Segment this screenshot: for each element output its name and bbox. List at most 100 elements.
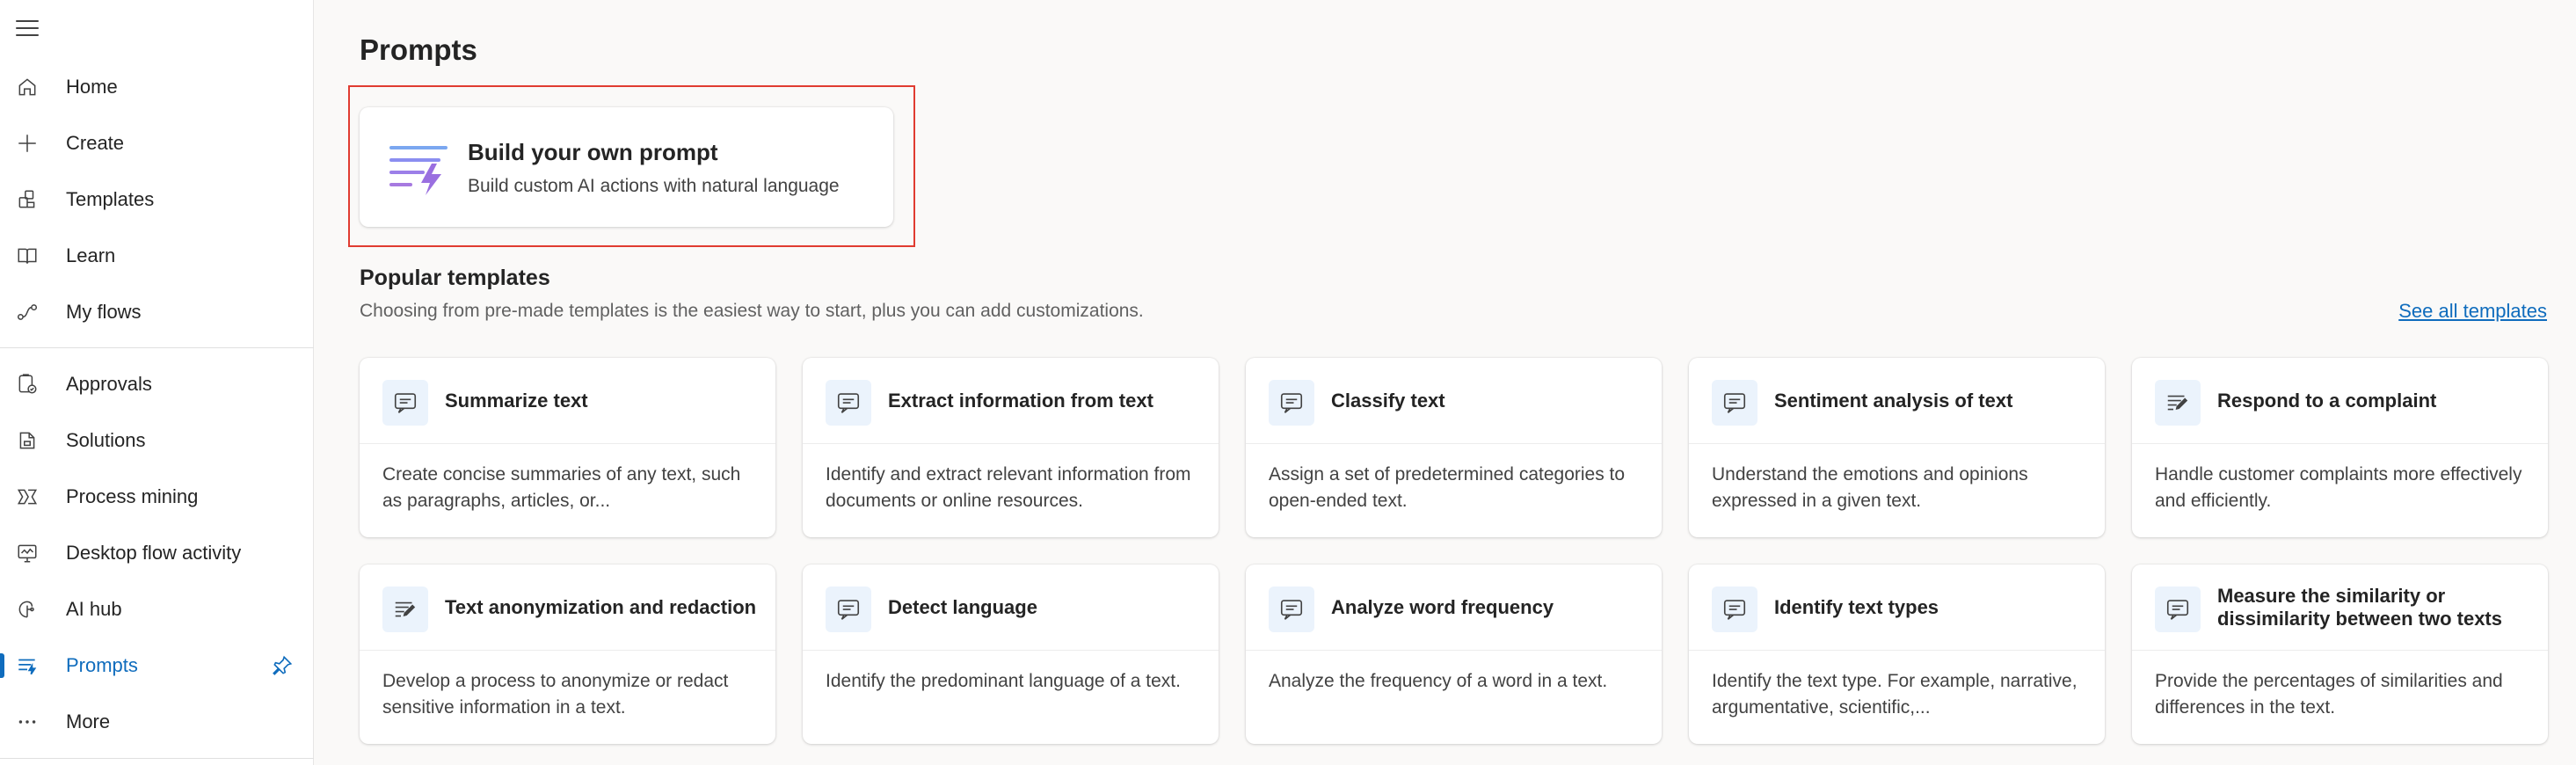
chat-doc-icon — [2155, 586, 2201, 632]
sidebar-item-approvals[interactable]: Approvals — [0, 361, 313, 407]
sidebar-item-label: Home — [66, 76, 118, 98]
template-card-header: Measure the similarity or dissimilarity … — [2132, 565, 2548, 651]
chat-doc-icon — [382, 380, 428, 426]
sidebar-divider — [0, 347, 314, 348]
book-icon — [16, 244, 39, 267]
template-card[interactable]: Classify text Assign a set of predetermin… — [1246, 358, 1662, 537]
template-card-title: Measure the similarity or dissimilarity … — [2217, 585, 2502, 630]
popular-templates-title: Popular templates — [360, 266, 550, 290]
flows-icon — [16, 301, 39, 324]
template-card-header: Identify text types — [1689, 565, 2105, 651]
hamburger-menu-icon[interactable] — [16, 16, 40, 40]
sidebar-item-label: Prompts — [66, 654, 138, 676]
sidebar-item-label: My flows — [66, 301, 142, 323]
template-card-header: Text anonymization and redaction — [360, 565, 775, 651]
template-card-description: Understand the emotions and opinions exp… — [1712, 464, 2028, 511]
page-title: Prompts — [360, 33, 477, 66]
template-card[interactable]: Respond to a complaint Handle customer co… — [2132, 358, 2548, 537]
template-card-description: Assign a set of predetermined categories… — [1269, 464, 1626, 511]
sidebar-item-label: Solutions — [66, 429, 146, 451]
see-all-templates-link[interactable]: See all templates — [2398, 300, 2547, 323]
template-card-header: Summarize text — [360, 358, 775, 444]
sidebar-item-process-mining[interactable]: Process mining — [0, 474, 313, 520]
chat-doc-icon — [1712, 380, 1757, 426]
sidebar-item-label: Templates — [66, 188, 155, 210]
approvals-icon — [16, 373, 39, 396]
pin-icon[interactable] — [271, 654, 294, 677]
sidebar-item-desktop-flow-activity[interactable]: Desktop flow activity — [0, 530, 313, 576]
template-card[interactable]: Extract information from text Identify an… — [803, 358, 1219, 537]
build-card-subtitle: Build custom AI actions with natural lan… — [468, 176, 840, 196]
sidebar-item-label: Create — [66, 132, 125, 154]
template-card-header: Classify text — [1246, 358, 1662, 444]
sidebar-item-solutions[interactable]: Solutions — [0, 418, 313, 463]
solutions-icon — [16, 429, 39, 452]
desktop-flow-icon — [16, 542, 39, 565]
template-card-description: Analyze the frequency of a word in a tex… — [1269, 671, 1608, 691]
build-card-title: Build your own prompt — [468, 139, 718, 165]
template-card-header: Sentiment analysis of text — [1689, 358, 2105, 444]
chat-doc-icon — [826, 586, 871, 632]
sidebar-item-templates[interactable]: Templates — [0, 177, 313, 222]
template-card-title: Extract information from text — [888, 390, 1153, 412]
sidebar-item-label: Process mining — [66, 485, 199, 507]
template-card[interactable]: Summarize text Create concise summaries o… — [360, 358, 775, 537]
chat-doc-icon — [1712, 586, 1757, 632]
template-card-description: Identify the predominant language of a t… — [826, 671, 1181, 691]
template-card-title: Sentiment analysis of text — [1774, 390, 2013, 412]
template-card-description: Create concise summaries of any text, su… — [382, 464, 741, 511]
template-card-header: Detect language — [803, 565, 1219, 651]
template-card-title: Detect language — [888, 596, 1037, 618]
sidebar-item-more[interactable]: More — [0, 699, 313, 745]
prompts-icon — [16, 654, 39, 677]
home-icon — [16, 76, 39, 98]
sidebar-divider — [0, 758, 314, 759]
template-card-description: Provide the percentages of similarities … — [2155, 671, 2503, 718]
process-mining-icon — [16, 485, 39, 508]
sidebar-item-label: More — [66, 710, 111, 732]
ai-hub-icon — [16, 598, 39, 621]
chat-doc-icon — [1269, 380, 1314, 426]
template-card-description: Identify the text type. For example, nar… — [1712, 671, 2078, 718]
template-card-header: Extract information from text — [803, 358, 1219, 444]
sidebar-item-label: Learn — [66, 244, 116, 266]
templates-icon — [16, 188, 39, 211]
template-card[interactable]: Measure the similarity or dissimilarity … — [2132, 565, 2548, 744]
sidebar-item-home[interactable]: Home — [0, 64, 313, 110]
sidebar-item-label: AI hub — [66, 598, 122, 620]
chat-doc-icon — [826, 380, 871, 426]
sidebar-item-create[interactable]: Create — [0, 120, 313, 166]
template-card-title: Respond to a complaint — [2217, 390, 2437, 412]
template-card-title: Summarize text — [445, 390, 588, 412]
template-card-description: Identify and extract relevant informatio… — [826, 464, 1191, 511]
template-card[interactable]: Text anonymization and redaction Develop … — [360, 565, 775, 744]
template-card-title: Analyze word frequency — [1331, 596, 1554, 618]
sidebar-item-label: Desktop flow activity — [66, 542, 242, 564]
more-icon — [16, 710, 39, 733]
sidebar-item-prompts[interactable]: Prompts — [0, 643, 313, 688]
selected-indicator — [0, 653, 4, 678]
plus-icon — [16, 132, 39, 155]
template-card-title: Classify text — [1331, 390, 1445, 412]
template-card-header: Analyze word frequency — [1246, 565, 1662, 651]
template-card-header: Respond to a complaint — [2132, 358, 2548, 444]
popular-templates-subtitle: Choosing from pre-made templates is the … — [360, 301, 1144, 321]
text-edit-icon — [382, 586, 428, 632]
sidebar-item-ai-hub[interactable]: AI hub — [0, 586, 313, 632]
template-card[interactable]: Analyze word frequency Analyze the freque… — [1246, 565, 1662, 744]
template-card[interactable]: Sentiment analysis of text Understand the… — [1689, 358, 2105, 537]
sidebar-item-label: Approvals — [66, 373, 152, 395]
template-card-title: Text anonymization and redaction — [445, 596, 757, 618]
template-card-title: Identify text types — [1774, 596, 1939, 618]
text-edit-icon — [2155, 380, 2201, 426]
template-card-description: Develop a process to anonymize or redact… — [382, 671, 729, 718]
chat-doc-icon — [1269, 586, 1314, 632]
sidebar: Home Create Templates Learn My flows App… — [0, 0, 314, 765]
template-card[interactable]: Identify text types Identify the text typ… — [1689, 565, 2105, 744]
sidebar-item-learn[interactable]: Learn — [0, 233, 313, 279]
template-card[interactable]: Detect language Identify the predominant … — [803, 565, 1219, 744]
sidebar-item-my-flows[interactable]: My flows — [0, 289, 313, 335]
template-card-description: Handle customer complaints more effectiv… — [2155, 464, 2522, 511]
build-prompt-icon — [388, 144, 449, 195]
build-your-own-prompt-card[interactable]: Build your own prompt Build custom AI ac… — [360, 107, 893, 227]
